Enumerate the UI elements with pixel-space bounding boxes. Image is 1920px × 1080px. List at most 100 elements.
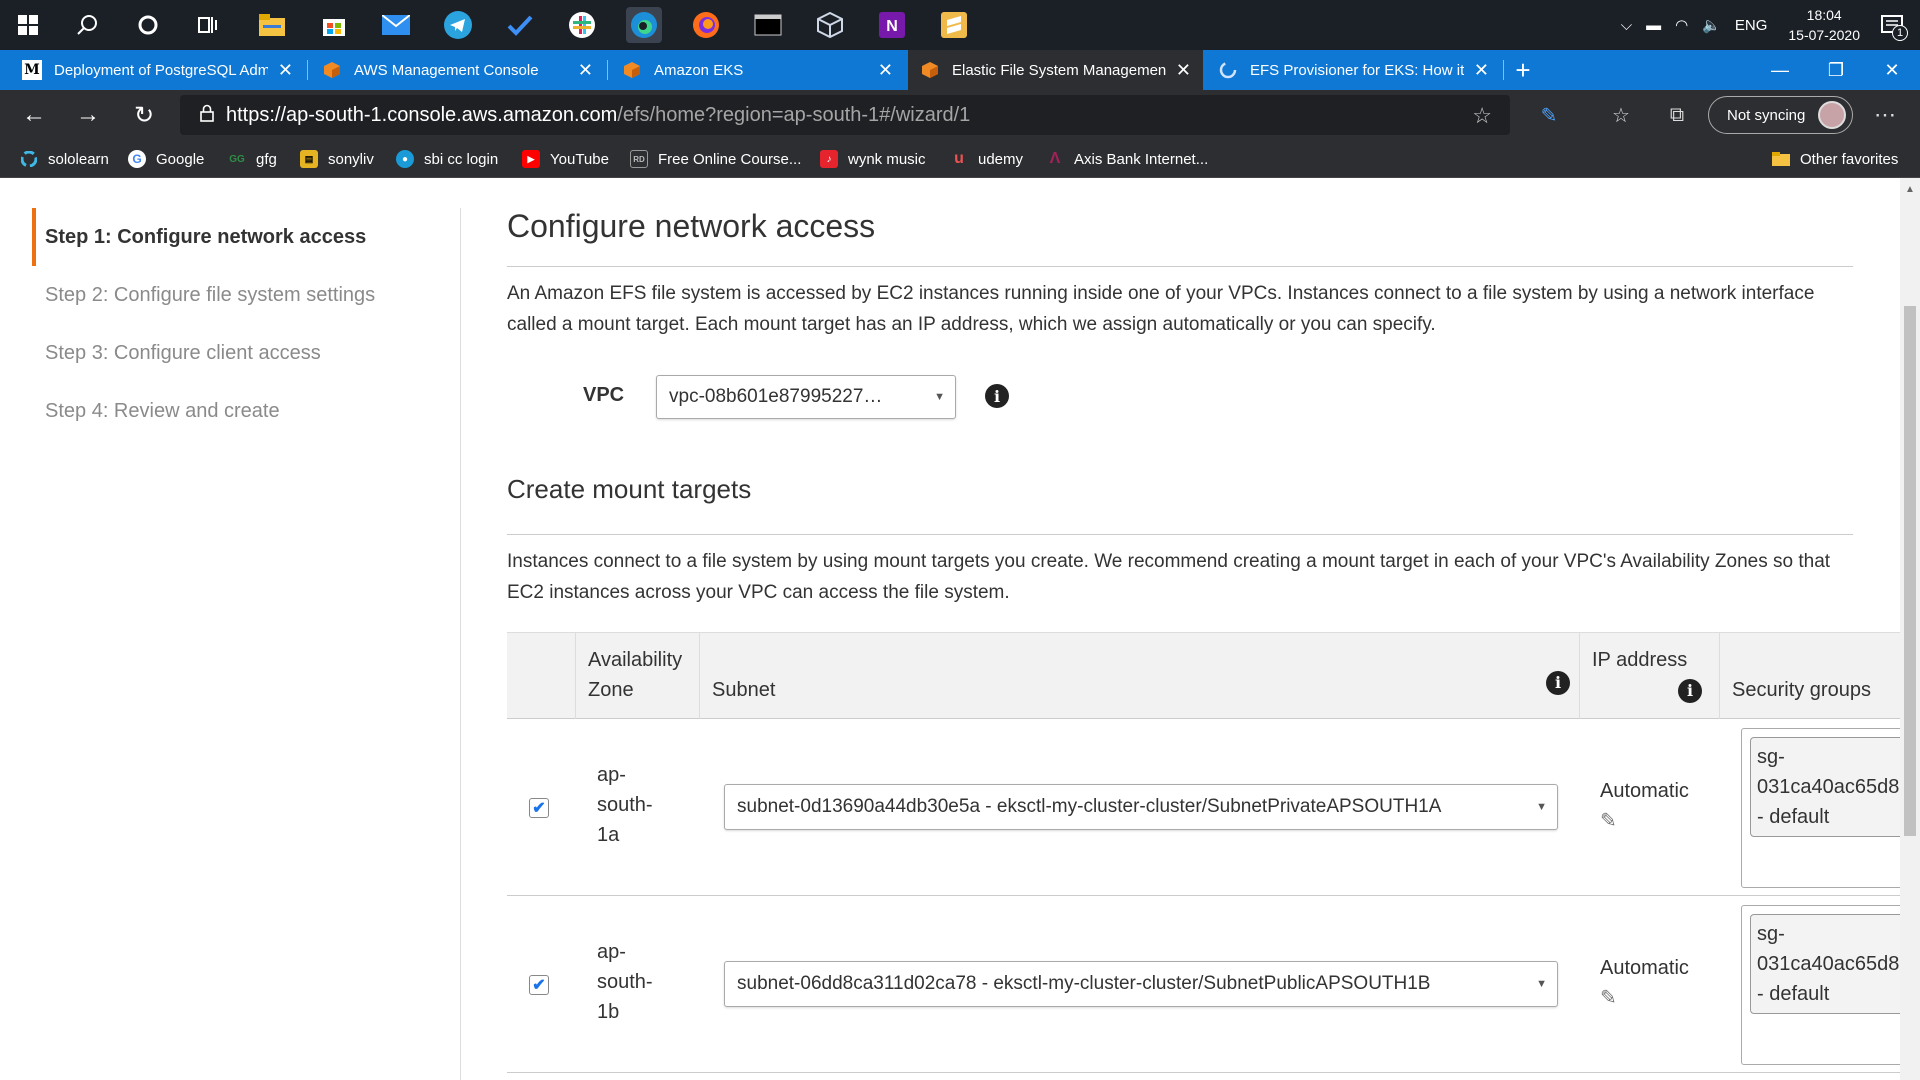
vpc-selected-value: vpc-08b601e87995227… xyxy=(669,386,883,407)
tab-title: Amazon EKS xyxy=(654,61,744,79)
step-2[interactable]: Step 2: Configure file system settings xyxy=(32,266,452,324)
url-input[interactable]: https://ap-south-1.console.aws.amazon.co… xyxy=(180,95,1510,135)
info-icon[interactable]: i xyxy=(985,384,1009,408)
availability-zone: ap- south- 1b xyxy=(597,941,653,1023)
clock-date: 15-07-2020 xyxy=(1788,27,1860,43)
mail-icon[interactable] xyxy=(378,7,414,43)
favorite-label: Google xyxy=(156,150,205,168)
subnet-selected-value: subnet-0d13690a44db30e5a - eksctl-my-clu… xyxy=(737,796,1442,817)
terminal-icon[interactable] xyxy=(750,7,786,43)
favorite-sonyliv[interactable]: ▤ sonyliv xyxy=(300,140,374,178)
url-path: /efs/home?region=ap-south-1#/wizard/1 xyxy=(617,103,971,126)
new-tab-button[interactable]: + xyxy=(1495,50,1551,90)
security-groups-field[interactable]: sg- 031ca40ac65d8 - default xyxy=(1741,905,1900,1065)
security-groups-field[interactable]: sg- 031ca40ac65d8 - default xyxy=(1741,728,1900,888)
row-checkbox[interactable]: ✔ xyxy=(529,798,549,818)
language-indicator[interactable]: ENG xyxy=(1735,17,1768,34)
todo-icon[interactable] xyxy=(502,7,538,43)
store-icon[interactable] xyxy=(316,7,352,43)
vpc-label: VPC xyxy=(583,384,625,406)
chevron-down-icon: ▼ xyxy=(934,391,945,403)
file-explorer-icon[interactable] xyxy=(254,7,290,43)
row-checkbox[interactable]: ✔ xyxy=(529,975,549,995)
favorite-axis-bank[interactable]: Λ Axis Bank Internet... xyxy=(1046,140,1209,178)
chevron-up-icon[interactable]: ⌵ xyxy=(1621,17,1632,34)
favorite-google[interactable]: G Google xyxy=(128,140,204,178)
header-subnet: Subnet i xyxy=(699,633,1579,719)
page-scrollbar[interactable]: ▲ xyxy=(1900,178,1920,1080)
tab-amazon-eks[interactable]: Amazon EKS ✕ xyxy=(610,50,905,90)
more-options-icon[interactable]: ⋯ xyxy=(1870,100,1900,130)
close-icon[interactable]: ✕ xyxy=(278,60,293,81)
favorite-star-icon[interactable]: ☆ xyxy=(1472,103,1492,129)
favorite-label: wynk music xyxy=(848,150,926,168)
favorite-label: sololearn xyxy=(48,150,109,168)
info-icon[interactable]: i xyxy=(1678,679,1702,703)
slack-icon[interactable] xyxy=(564,7,600,43)
aws-cube-icon xyxy=(622,60,642,80)
volume-icon[interactable]: 🔈 xyxy=(1702,16,1721,34)
header-select-column xyxy=(507,633,575,719)
lock-icon[interactable] xyxy=(200,104,214,127)
notification-center-icon[interactable]: 1 xyxy=(1874,7,1910,43)
tab-aws-console[interactable]: AWS Management Console ✕ xyxy=(310,50,605,90)
battery-icon[interactable]: ▬ xyxy=(1646,17,1661,34)
pen-extension-icon[interactable]: ✎ xyxy=(1534,100,1564,130)
tab-postgresql[interactable]: M Deployment of PostgreSQL Adm ✕ xyxy=(10,50,305,90)
step-3[interactable]: Step 3: Configure client access xyxy=(32,324,452,382)
search-icon[interactable] xyxy=(70,7,106,43)
close-icon[interactable]: ✕ xyxy=(878,60,893,81)
windows-start-icon[interactable] xyxy=(10,7,46,43)
cortana-icon[interactable] xyxy=(130,7,166,43)
sublime-icon[interactable] xyxy=(936,7,972,43)
favorite-gfg[interactable]: GG gfg xyxy=(228,140,277,178)
sync-profile-button[interactable]: Not syncing xyxy=(1708,96,1853,134)
security-group-chip[interactable]: sg- 031ca40ac65d8 - default xyxy=(1750,737,1900,837)
folder-icon xyxy=(1772,150,1790,168)
scroll-up-arrow-icon[interactable]: ▲ xyxy=(1905,184,1915,195)
telegram-icon[interactable] xyxy=(440,7,476,43)
info-icon[interactable]: i xyxy=(1546,671,1570,695)
tab-efs-management[interactable]: Elastic File System Management ✕ xyxy=(908,50,1203,90)
refresh-icon[interactable]: ↻ xyxy=(126,97,162,133)
wifi-icon[interactable]: ◠ xyxy=(1675,16,1688,34)
scrollbar-thumb[interactable] xyxy=(1904,306,1916,836)
close-icon[interactable]: ✕ xyxy=(578,60,593,81)
youtube-icon: ▶ xyxy=(522,150,540,168)
minimize-icon[interactable]: — xyxy=(1752,50,1808,90)
favorite-free-online-course[interactable]: RD Free Online Course... xyxy=(630,140,801,178)
step-1[interactable]: Step 1: Configure network access xyxy=(32,208,452,266)
browser-tab-strip: M Deployment of PostgreSQL Adm ✕ AWS Man… xyxy=(0,50,1920,90)
favorite-youtube[interactable]: ▶ YouTube xyxy=(522,140,609,178)
favorite-wynk-music[interactable]: ♪ wynk music xyxy=(820,140,926,178)
favorite-sbi[interactable]: ● sbi cc login xyxy=(396,140,498,178)
close-window-icon[interactable]: ✕ xyxy=(1864,50,1920,90)
subnet-select[interactable]: subnet-0d13690a44db30e5a - eksctl-my-clu… xyxy=(724,784,1558,830)
firefox-icon[interactable] xyxy=(688,7,724,43)
other-favorites[interactable]: Other favorites xyxy=(1772,140,1898,178)
close-icon[interactable]: ✕ xyxy=(1474,60,1489,81)
clock[interactable]: 18:04 15-07-2020 xyxy=(1788,5,1860,45)
favorites-list-icon[interactable]: ☆ xyxy=(1606,100,1636,130)
close-icon[interactable]: ✕ xyxy=(1176,60,1191,81)
back-arrow-icon[interactable]: ← xyxy=(16,97,52,133)
subnet-select[interactable]: subnet-06dd8ca311d02ca78 - eksctl-my-clu… xyxy=(724,961,1558,1007)
step-4[interactable]: Step 4: Review and create xyxy=(32,382,452,440)
edge-icon[interactable] xyxy=(626,7,662,43)
collections-icon[interactable]: ⧉ xyxy=(1662,100,1692,130)
onenote-icon[interactable]: N xyxy=(874,7,910,43)
forward-arrow-icon[interactable]: → xyxy=(70,97,106,133)
favorite-label: Free Online Course... xyxy=(658,150,802,168)
avatar xyxy=(1818,101,1846,129)
favorite-udemy[interactable]: u udemy xyxy=(950,140,1023,178)
task-view-icon[interactable] xyxy=(190,7,226,43)
virtualbox-icon[interactable] xyxy=(812,7,848,43)
tab-efs-provisioner[interactable]: EFS Provisioner for EKS: How it W ✕ xyxy=(1206,50,1501,90)
security-group-chip[interactable]: sg- 031ca40ac65d8 - default xyxy=(1750,914,1900,1014)
favorite-sololearn[interactable]: sololearn xyxy=(20,140,109,178)
edit-pencil-icon[interactable]: ✎ xyxy=(1600,985,1617,1010)
edit-pencil-icon[interactable]: ✎ xyxy=(1600,808,1617,833)
vpc-select[interactable]: vpc-08b601e87995227… ▼ xyxy=(656,375,956,419)
divider xyxy=(507,534,1853,535)
restore-icon[interactable]: ❐ xyxy=(1808,50,1864,90)
